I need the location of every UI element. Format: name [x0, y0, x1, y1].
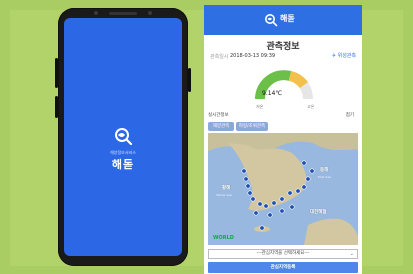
map-marker [250, 196, 256, 202]
satellite-view-label: 위성관측 [337, 53, 356, 59]
map-marker [245, 183, 251, 189]
power-button [188, 68, 191, 92]
map-marker [247, 190, 253, 196]
map-marker [289, 204, 295, 210]
splash-screen: 해양정보서비스 해돋 [64, 18, 182, 256]
screen-title: 관측정보 [266, 42, 300, 52]
satellite-icon: ✈ [331, 53, 336, 59]
temperature-value: 9.14℃ [262, 90, 283, 97]
map-marker [301, 160, 307, 166]
map-marker [295, 188, 301, 194]
app-logo-icon [265, 14, 278, 27]
map-label-east-sea: 동해 [320, 168, 329, 173]
map-marker [263, 203, 269, 209]
map-label-yellow-sea: 황해 [222, 186, 231, 191]
fish-magnifier-icon [115, 128, 133, 146]
map-marker [257, 201, 263, 207]
map-marker [241, 168, 247, 174]
camera-dot [148, 11, 152, 15]
map-marker [271, 200, 277, 206]
phone-frame: 해양정보서비스 해돋 [55, 8, 191, 266]
map-marker [279, 196, 285, 202]
realtime-section-title: 실시간정보 [208, 113, 229, 118]
map-marker [301, 184, 307, 190]
map-marker [267, 212, 273, 218]
map-label-east-sea-en: East Sea [318, 175, 332, 179]
app-screen: 해돋 관측정보 관측일시 2018-03-13 09:39 ✈ 위성관측 9.1… [204, 5, 362, 274]
speaker-grille [109, 12, 137, 15]
region-select-value: ---관심지역을 선택하세요--- [256, 251, 310, 256]
temperature-gauge [255, 70, 313, 100]
observation-time-value: 2018-03-13 09:39 [230, 53, 276, 59]
map-brand-logo: WORLD [213, 235, 234, 241]
map-label-korea-strait: 대한해협 [310, 210, 327, 215]
volume-up-button [55, 58, 58, 88]
collapse-button[interactable]: 접기 [346, 112, 354, 118]
map-label-yellow-sea-en: Yellow Sea [216, 193, 232, 197]
chevron-down-icon: ⌄ [349, 251, 354, 257]
app-header-title: 해돋 [280, 14, 295, 23]
satellite-view-button[interactable]: ✈ 위성관측 [332, 52, 356, 59]
register-region-button[interactable]: 관심지역등록 [208, 262, 358, 273]
region-select[interactable]: ---관심지역을 선택하세요--- ⌄ [208, 249, 358, 259]
map-marker [253, 210, 259, 216]
gauge-low-label: 저온 [256, 104, 264, 109]
app-header: 해돋 [204, 5, 362, 35]
background: 해양정보서비스 해돋 해돋 관측정보 관측일시 2018-03-13 09:39… [0, 0, 413, 274]
gauge-high-label: 고온 [307, 104, 315, 109]
tab-ocean-observation[interactable]: 해양관측 [208, 122, 234, 131]
observation-time-label: 관측일시 [210, 54, 229, 60]
map-marker [243, 176, 249, 182]
observation-map[interactable]: 동해 East Sea 황해 Yellow Sea 대한해협 WORLD [208, 133, 358, 245]
map-markers [241, 160, 315, 231]
map-marker [309, 168, 315, 174]
tab-wave-tide-observation[interactable]: 파랑/조위관측 [236, 122, 268, 131]
map-marker [279, 208, 285, 214]
volume-down-button [55, 96, 58, 118]
map-marker [305, 176, 311, 182]
map-marker [287, 190, 293, 196]
sensor-dot [94, 11, 98, 15]
map-marker [259, 225, 265, 231]
splash-app-name: 해돋 [111, 158, 135, 171]
